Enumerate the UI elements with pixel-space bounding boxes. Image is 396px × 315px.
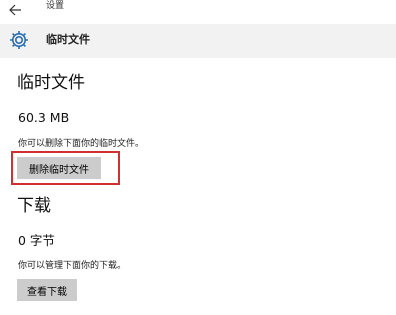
highlight-box (11, 151, 120, 185)
window-title: 设置 (46, 1, 65, 11)
title-bar: 设置 (0, 0, 396, 16)
gear-icon (8, 29, 30, 51)
downloads-heading: 下载 (17, 196, 51, 216)
downloads-size: 0 字节 (18, 233, 55, 248)
temp-files-heading: 临时文件 (17, 73, 85, 93)
back-arrow-icon[interactable] (8, 1, 24, 16)
downloads-description: 你可以管理下面你的下载。 (18, 261, 127, 271)
temp-files-size: 60.3 MB (18, 110, 70, 125)
page-header: 临时文件 (0, 24, 396, 58)
view-downloads-button[interactable]: 查看下载 (17, 279, 77, 301)
temp-files-description: 你可以删除下面你的临时文件。 (18, 139, 145, 149)
page-title: 临时文件 (46, 33, 90, 46)
